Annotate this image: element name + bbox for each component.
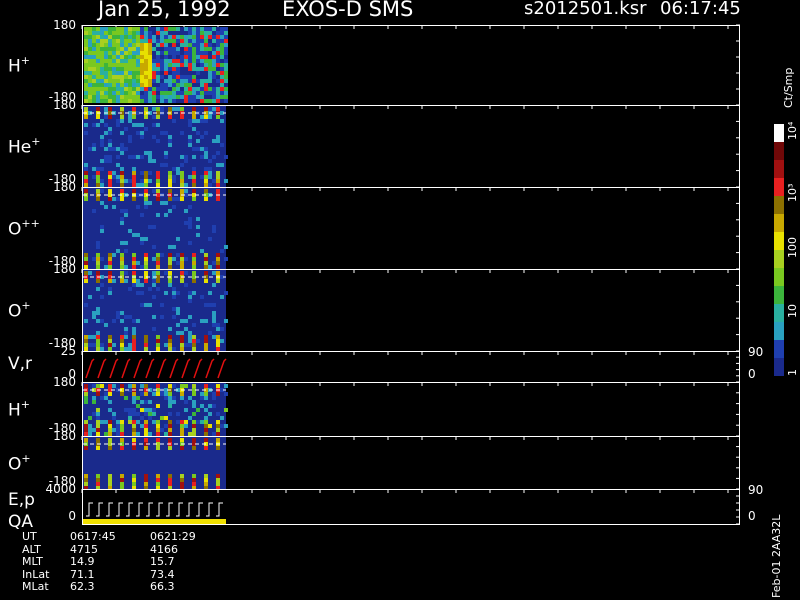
colorbar-swatch <box>774 286 784 304</box>
panel-label-o-plus-plus: O++ <box>8 217 40 240</box>
panel-label-h-plus: H+ <box>8 54 31 77</box>
panel-ep-qa <box>82 489 740 525</box>
panel-o-plus-2 <box>82 436 740 490</box>
panel-o-plus-plus <box>82 187 740 270</box>
footer-value-start: 0617:45 <box>70 530 116 543</box>
right-tick-top-ep-qa: 90 <box>748 483 764 497</box>
tick-top-o-plus-plus: 180 <box>53 180 76 194</box>
colorbar-swatch <box>774 250 784 268</box>
colorbar-tick-label: 100 <box>786 237 799 258</box>
footer-row-name: UT <box>22 530 37 543</box>
exos-d-sms-plot: { "header": { "date": "Jan 25, 1992", "i… <box>0 0 800 600</box>
right-tick-top-vr: 90 <box>748 345 764 359</box>
colorbar-swatch <box>774 232 784 250</box>
colorbar-tick-label: 1 <box>786 369 799 376</box>
tick-top-ep-qa: 4000 <box>45 482 76 496</box>
colorbar <box>774 124 784 376</box>
colorbar-swatch <box>774 304 784 322</box>
footer-value-end: 0621:29 <box>150 530 196 543</box>
tick-top-he-plus: 180 <box>53 98 76 112</box>
colorbar-swatch <box>774 340 784 358</box>
colorbar-swatch <box>774 142 784 160</box>
tick-top-o-plus: 180 <box>53 262 76 276</box>
footer-value-start: 62.3 <box>70 580 95 593</box>
right-tick-bottom-vr: 0 <box>748 367 756 381</box>
panel-label-vr: V,r <box>8 353 33 374</box>
colorbar-swatch <box>774 322 784 340</box>
panel-vr <box>82 351 740 383</box>
right-tick-bottom-ep-qa: 0 <box>748 509 756 523</box>
colorbar-swatch <box>774 178 784 196</box>
footer-value-start: 4715 <box>70 542 98 556</box>
footer-value-end: 15.7 <box>150 555 175 568</box>
panel-o-plus <box>82 269 740 352</box>
colorbar-swatch <box>774 268 784 286</box>
footer-value-end: 73.4 <box>150 567 175 581</box>
tick-top-h-plus-2: 180 <box>53 375 76 389</box>
panel-h-plus <box>82 25 740 106</box>
footer-value-start: 71.1 <box>70 567 95 581</box>
colorbar-swatch <box>774 196 784 214</box>
footer-row-name: InLat <box>22 567 50 581</box>
colorbar-tick-label: 10³ <box>786 183 799 202</box>
panel-label-o-plus-2: O+ <box>8 451 31 475</box>
panel-label-he-plus: He+ <box>8 135 41 158</box>
footer-value-end: 4166 <box>150 542 178 556</box>
version-label: Feb-01 2AA32L <box>770 514 783 598</box>
tick-top-o-plus-2: 180 <box>53 429 76 443</box>
footer-row-name: MLT <box>22 555 43 568</box>
colorbar-swatch <box>774 160 784 178</box>
panel-label-ep-qa: E,p QA <box>8 490 35 532</box>
panel-h-plus-2 <box>82 382 740 437</box>
colorbar-unit: Ct/Smp <box>782 67 795 108</box>
tick-top-vr: 25 <box>60 344 76 358</box>
colorbar-swatch <box>774 124 784 142</box>
footer-value-start: 14.9 <box>70 555 95 568</box>
tick-top-h-plus: 180 <box>53 18 76 32</box>
panel-he-plus <box>82 105 740 188</box>
colorbar-swatch <box>774 358 784 376</box>
footer-value-end: 66.3 <box>150 580 175 593</box>
colorbar-tick-label: 10 <box>786 304 799 318</box>
panel-label-h-plus-2: H+ <box>8 398 31 421</box>
colorbar-tick-label: 10⁴ <box>786 121 799 140</box>
panel-label-o-plus: O+ <box>8 299 31 322</box>
footer-row-name: ALT <box>22 542 41 556</box>
footer-row-name: MLat <box>22 580 49 593</box>
colorbar-swatch <box>774 214 784 232</box>
tick-bottom-ep-qa: 0 <box>68 509 76 523</box>
